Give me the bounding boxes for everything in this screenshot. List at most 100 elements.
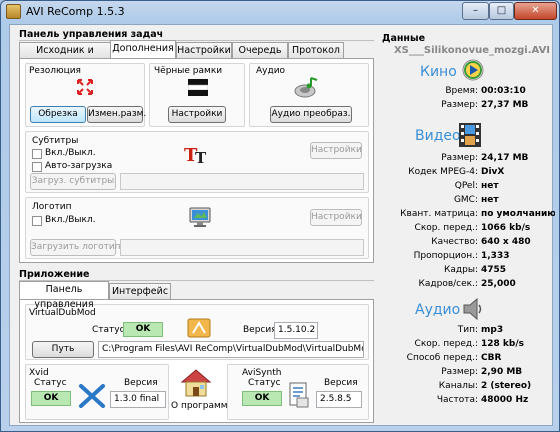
logo-path-field[interactable] bbox=[120, 239, 364, 256]
avisynth-version-label: Версия bbox=[324, 378, 358, 388]
resolution-section: Резолюция Обрезка Измен.разм. bbox=[25, 63, 146, 127]
subtitles-autoload-checkbox[interactable] bbox=[32, 162, 42, 172]
logo-section: Логотип Вкл./Выкл. Настройки Загрузить л… bbox=[25, 197, 369, 259]
crop-arrows-icon bbox=[76, 78, 94, 96]
video-row-value: нет bbox=[481, 181, 499, 191]
video-row-label: Кадры: bbox=[444, 265, 478, 275]
window-title: AVI ReComp 1.5.3 bbox=[26, 5, 125, 18]
subtitles-title: Субтитры bbox=[32, 136, 79, 146]
video-row-label: Размер: bbox=[441, 153, 478, 163]
virtualdubmod-path-button[interactable]: Путь bbox=[32, 341, 94, 358]
virtualdub-icon bbox=[187, 317, 211, 339]
subtitles-section: Субтитры Вкл./Выкл. Авто-загрузка TT Нас… bbox=[25, 131, 369, 193]
subtitles-enable-checkbox[interactable] bbox=[32, 149, 42, 159]
audio-row-value: 128 kb/s bbox=[481, 339, 524, 349]
app-icon bbox=[6, 4, 21, 19]
data-panel: Данные XS___Silikonovue_mozgi.AVI Кино В… bbox=[382, 33, 555, 427]
film-icon bbox=[459, 123, 481, 147]
title-bar[interactable]: AVI ReComp 1.5.3 – □ ✕ bbox=[1, 1, 559, 22]
audio-row-label: Скор. перед.: bbox=[414, 339, 478, 349]
audio-row-value: 2 (stereo) bbox=[481, 381, 532, 391]
resize-button[interactable]: Измен.разм. bbox=[87, 106, 146, 123]
tab-settings[interactable]: Настройки bbox=[176, 42, 232, 58]
app-window: AVI ReComp 1.5.3 – □ ✕ Панель управления… bbox=[0, 0, 560, 432]
audio-heading: Аудио bbox=[415, 302, 461, 318]
audio-convert-button[interactable]: Аудио преобраз. bbox=[270, 106, 352, 123]
audio-row-label: Способ перед.: bbox=[406, 353, 478, 363]
audio-row-label: Размер: bbox=[441, 367, 478, 377]
video-row-label: Скор. перед.: bbox=[414, 223, 478, 233]
logo-settings-button[interactable]: Настройки bbox=[310, 209, 362, 226]
logo-enable-label: Вкл./Выкл. bbox=[45, 215, 96, 225]
additions-panel: Резолюция Обрезка Измен.разм. Чёрные рам… bbox=[19, 58, 374, 263]
video-row-label: Пропорцион.: bbox=[413, 251, 478, 261]
video-row-value: по умолчанию (H.263) bbox=[481, 209, 555, 219]
video-row-label: Квант. матрица: bbox=[400, 209, 478, 219]
logo-title: Логотип bbox=[32, 202, 72, 212]
video-row-label: GMC: bbox=[453, 195, 478, 205]
close-button[interactable]: ✕ bbox=[514, 2, 557, 20]
virtualdubmod-path-field[interactable]: C:\Program Files\AVI ReComp\VirtualDubMo… bbox=[98, 341, 364, 358]
tab-additions[interactable]: Дополнения bbox=[110, 40, 176, 58]
tab-queue[interactable]: Очередь bbox=[232, 42, 288, 58]
xvid-section: Xvid Статус OK Версия 1.3.0 final bbox=[25, 364, 169, 420]
audio-row-value: 2,90 MB bbox=[481, 367, 523, 377]
video-row-value: нет bbox=[481, 195, 499, 205]
subtitles-enable-label: Вкл./Выкл. bbox=[45, 148, 96, 158]
svg-text:T: T bbox=[195, 149, 207, 165]
speaker-icon bbox=[462, 297, 484, 321]
black-borders-title: Чёрные рамки bbox=[154, 66, 223, 76]
movie-row-label: Время: bbox=[445, 86, 478, 96]
maximize-button[interactable]: □ bbox=[489, 2, 514, 20]
text-font-icon: TT bbox=[184, 143, 210, 167]
xvid-status-label: Статус bbox=[34, 378, 67, 388]
black-borders-settings-button[interactable]: Настройки bbox=[168, 106, 226, 123]
tab-log[interactable]: Протокол bbox=[288, 42, 344, 58]
client-area: Панель управления задач Исходник и выход… bbox=[9, 24, 555, 427]
file-name: XS___Silikonovue_mozgi.AVI bbox=[393, 45, 551, 56]
data-title: Данные bbox=[382, 33, 426, 44]
logo-monitor-icon bbox=[189, 206, 211, 228]
xvid-title: Xvid bbox=[29, 368, 49, 378]
movie-row-value: 00:03:10 bbox=[481, 86, 526, 96]
load-logo-button[interactable]: Загрузить логотип bbox=[30, 239, 121, 256]
audio-row-label: Каналы: bbox=[438, 381, 478, 391]
logo-enable-checkbox[interactable] bbox=[32, 216, 42, 226]
video-row-value: 640 x 480 bbox=[481, 237, 531, 247]
crop-button[interactable]: Обрезка bbox=[30, 106, 86, 123]
minimize-button[interactable]: – bbox=[462, 2, 489, 20]
about-link[interactable]: О программе bbox=[171, 401, 233, 411]
tab-source-output[interactable]: Исходник и выход bbox=[19, 42, 111, 71]
avisynth-icon bbox=[288, 381, 310, 409]
divider bbox=[19, 40, 374, 41]
video-row-value: 24,17 MB bbox=[481, 153, 529, 163]
audio-title: Аудио bbox=[256, 66, 286, 76]
xvid-version-label: Версия bbox=[124, 378, 158, 388]
audio-section: Аудио Аудио преобраз. bbox=[249, 63, 369, 127]
video-row-value: 1,333 bbox=[481, 251, 510, 261]
application-group-title: Приложение bbox=[19, 269, 90, 280]
movie-heading: Кино bbox=[420, 64, 457, 80]
avisynth-version-field: 2.5.8.5 bbox=[316, 391, 362, 408]
xvid-version-field: 1.3.0 final bbox=[110, 391, 166, 408]
subtitles-settings-button[interactable]: Настройки bbox=[310, 142, 362, 159]
video-row-label: Качество: bbox=[431, 237, 478, 247]
resolution-title: Резолюция bbox=[29, 66, 81, 76]
application-panel: VirtualDubMod Статус OK Версия 1.5.10.2 … bbox=[19, 299, 374, 423]
virtualdubmod-status-label: Статус bbox=[92, 325, 125, 335]
virtualdubmod-version-field: 1.5.10.2 bbox=[274, 322, 318, 339]
tab-interface[interactable]: Интерфейс bbox=[109, 283, 171, 299]
avisynth-title: AviSynth bbox=[242, 368, 282, 378]
avisynth-section: AviSynth Статус OK Версия 2.5.8.5 bbox=[227, 364, 369, 420]
load-subtitles-button[interactable]: Загруз. субтитры bbox=[30, 173, 116, 190]
tasks-group-title: Панель управления задач bbox=[19, 29, 164, 40]
subtitles-path-field[interactable] bbox=[120, 173, 364, 190]
audio-row-label: Частота: bbox=[436, 395, 478, 405]
tab-control-panel[interactable]: Панель управления bbox=[19, 281, 109, 310]
virtualdubmod-status-badge: OK bbox=[123, 322, 163, 337]
virtualdubmod-version-label: Версия bbox=[243, 325, 277, 335]
home-icon[interactable] bbox=[180, 368, 212, 398]
virtualdubmod-section: VirtualDubMod Статус OK Версия 1.5.10.2 … bbox=[25, 304, 369, 360]
subtitles-autoload-label: Авто-загрузка bbox=[45, 161, 113, 171]
movie-row-label: Размер: bbox=[441, 100, 478, 110]
